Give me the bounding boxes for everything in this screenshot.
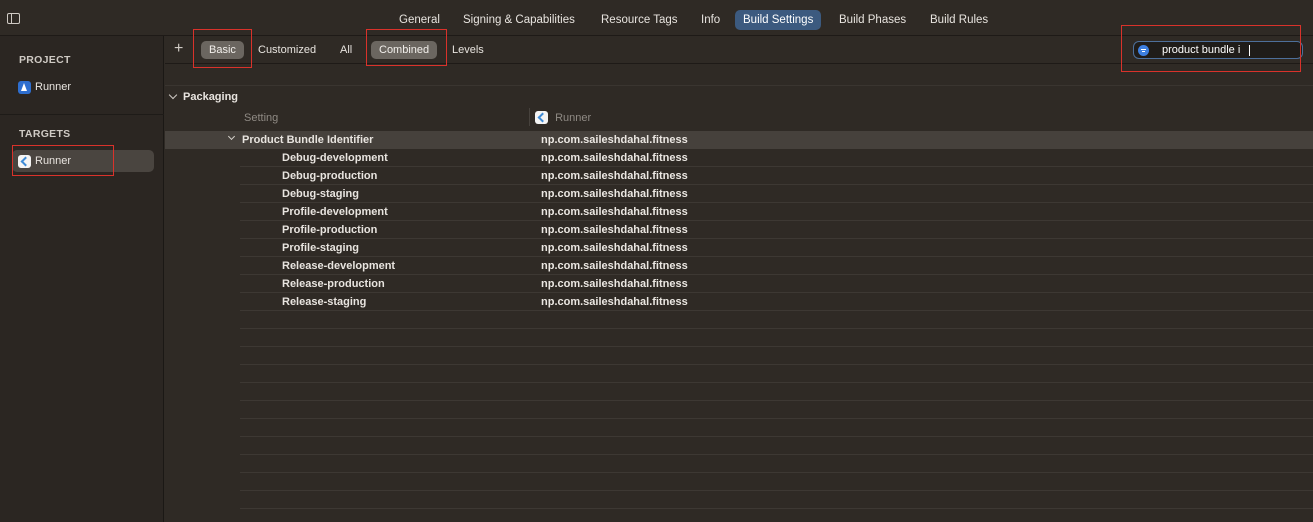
chevron-down-icon [227, 132, 236, 141]
configuration-value[interactable]: np.com.saileshdahal.fitness [541, 188, 688, 200]
configuration-name: Release-production [282, 278, 385, 290]
table-row[interactable]: Profile-development np.com.saileshdahal.… [240, 203, 1313, 221]
empty-row-line [240, 418, 1313, 419]
configuration-value[interactable]: np.com.saileshdahal.fitness [541, 296, 688, 308]
highlight-search [1121, 25, 1301, 72]
setting-value[interactable]: np.com.saileshdahal.fitness [541, 134, 688, 146]
table-row[interactable]: Debug-development np.com.saileshdahal.fi… [240, 149, 1313, 167]
configuration-value[interactable]: np.com.saileshdahal.fitness [541, 170, 688, 182]
sidebar-divider [0, 114, 164, 115]
configuration-value[interactable]: np.com.saileshdahal.fitness [541, 224, 688, 236]
tab-general[interactable]: General [399, 10, 440, 30]
configuration-name: Debug-production [282, 170, 378, 182]
empty-row-line [240, 472, 1313, 473]
column-separator [529, 108, 530, 126]
tab-resource-tags[interactable]: Resource Tags [601, 10, 678, 30]
empty-row-line [240, 382, 1313, 383]
empty-row-line [240, 436, 1313, 437]
filter-customized-button[interactable]: Customized [258, 41, 316, 59]
sidebar-toggle-icon[interactable] [7, 13, 20, 24]
configuration-name: Profile-development [282, 206, 388, 218]
tab-info[interactable]: Info [701, 10, 720, 30]
filter-all-button[interactable]: All [340, 41, 352, 59]
setting-name: Product Bundle Identifier [242, 134, 374, 146]
highlight-target-runner [12, 145, 114, 176]
flutter-app-icon [535, 111, 548, 124]
table-row[interactable]: Release-staging np.com.saileshdahal.fitn… [240, 293, 1313, 311]
column-header-setting[interactable]: Setting [244, 112, 278, 124]
table-row[interactable]: Profile-staging np.com.saileshdahal.fitn… [240, 239, 1313, 257]
configuration-value[interactable]: np.com.saileshdahal.fitness [541, 152, 688, 164]
empty-row-line [240, 364, 1313, 365]
highlight-combined [366, 29, 447, 66]
filter-levels-button[interactable]: Levels [452, 41, 484, 59]
configuration-name: Debug-development [282, 152, 388, 164]
table-row[interactable]: Release-development np.com.saileshdahal.… [240, 257, 1313, 275]
table-row[interactable]: Profile-production np.com.saileshdahal.f… [240, 221, 1313, 239]
packaging-group-header[interactable]: Packaging [168, 90, 239, 103]
empty-row-line [240, 328, 1313, 329]
tab-build-settings[interactable]: Build Settings [735, 10, 822, 30]
empty-row-line [240, 400, 1313, 401]
table-row[interactable]: Release-production np.com.saileshdahal.f… [240, 275, 1313, 293]
configuration-name: Debug-staging [282, 188, 359, 200]
content-divider [165, 85, 1313, 86]
table-row[interactable]: Debug-staging np.com.saileshdahal.fitnes… [240, 185, 1313, 203]
xcode-project-icon [18, 80, 31, 94]
configuration-value[interactable]: np.com.saileshdahal.fitness [541, 278, 688, 290]
tab-build-phases[interactable]: Build Phases [839, 10, 906, 30]
group-title: Packaging [183, 91, 239, 103]
table-row[interactable]: Debug-production np.com.saileshdahal.fit… [240, 167, 1313, 185]
configuration-name: Profile-production [282, 224, 378, 236]
configuration-name: Release-development [282, 260, 396, 272]
tab-signing-capabilities[interactable]: Signing & Capabilities [463, 10, 575, 30]
configuration-value[interactable]: np.com.saileshdahal.fitness [541, 260, 688, 272]
sidebar-item-project-runner[interactable]: Runner [12, 76, 154, 98]
empty-row-line [240, 346, 1313, 347]
highlight-basic [193, 29, 252, 68]
chevron-down-icon [168, 90, 178, 100]
sidebar-item-label: Runner [35, 81, 72, 93]
configuration-value[interactable]: np.com.saileshdahal.fitness [541, 242, 688, 254]
empty-row-line [240, 490, 1313, 491]
tab-build-rules[interactable]: Build Rules [930, 10, 988, 30]
targets-section-title: TARGETS [19, 128, 71, 140]
configuration-name: Release-staging [282, 296, 367, 308]
setting-row-product-bundle-identifier[interactable]: Product Bundle Identifier np.com.sailesh… [165, 131, 1313, 149]
project-section-title: PROJECT [19, 54, 71, 66]
column-header-target[interactable]: Runner [535, 111, 591, 124]
empty-row-line [240, 508, 1313, 509]
column-target-label: Runner [555, 111, 592, 124]
empty-row-line [240, 454, 1313, 455]
add-setting-button[interactable]: + [174, 40, 183, 58]
configuration-name: Profile-staging [282, 242, 360, 254]
project-target-sidebar: PROJECT Runner TARGETS Runner [0, 36, 164, 522]
configuration-value[interactable]: np.com.saileshdahal.fitness [541, 206, 688, 218]
